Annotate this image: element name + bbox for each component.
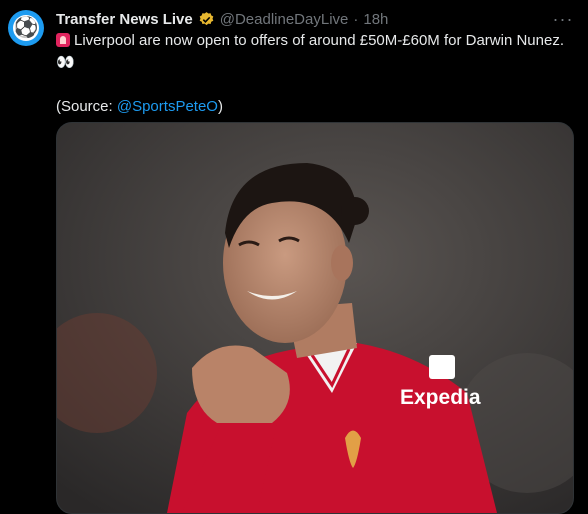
verified-badge-icon[interactable] [198,11,215,28]
football-icon: ⚽ [13,15,39,41]
source-mention-link[interactable]: @SportsPeteO [117,98,218,115]
author-handle[interactable]: @DeadlineDayLive [220,11,349,28]
tweet-source-line: (Source: @SportsPeteO) [56,96,571,118]
tweet-media-photo[interactable]: Expedia [56,122,574,514]
shirt-sponsor-text: Expedia [400,386,481,409]
tweet-header: Transfer News Live @DeadlineDayLive · 18… [56,8,388,30]
tweet-line-1: Liverpool are now open to offers of arou… [56,30,571,74]
siren-emoji-icon [56,33,70,47]
eyes-emoji: 👀 [56,54,75,71]
timestamp[interactable]: 18h [363,11,388,28]
tweet-text: Liverpool are now open to offers of arou… [56,30,571,118]
more-options-icon[interactable]: ··· [552,8,574,30]
tweet-main-text: Liverpool are now open to offers of arou… [74,32,564,49]
source-prefix: (Source: [56,98,117,115]
footballer-photo: Expedia [57,123,573,513]
author-name[interactable]: Transfer News Live [56,11,193,28]
separator-dot: · [353,10,359,28]
source-suffix: ) [217,98,223,115]
avatar[interactable]: ⚽ [8,10,44,46]
